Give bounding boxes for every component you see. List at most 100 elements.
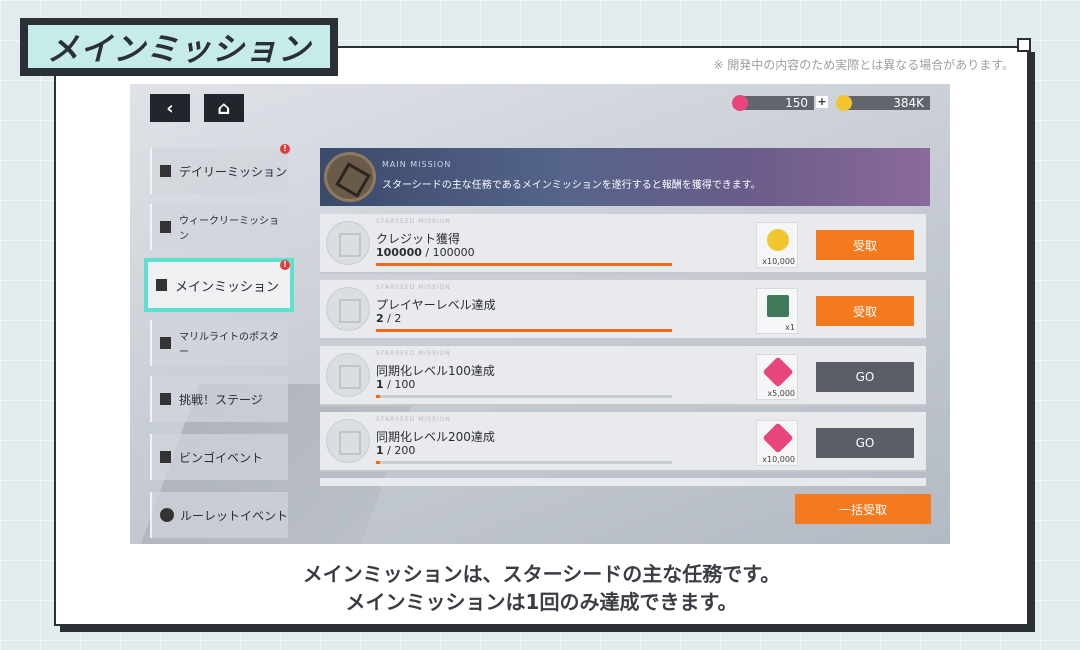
reward-slot[interactable]: x5,000 [756,354,798,400]
mission-name: プレイヤーレベル達成 [376,298,496,312]
mission-tag: STARSEED MISSION [376,416,451,423]
progress-total: / 100000 [421,246,475,259]
development-notice: ※ 開発中の内容のため実際とは異なる場合があります。 [713,58,1014,72]
mission-emblem-icon [324,152,376,202]
reward-quantity: x1 [785,323,795,332]
sidebar-item-label: 挑戦！ステージ [179,392,263,407]
claim-button[interactable]: 受取 [816,230,914,260]
banner-title: MAIN MISSION [382,160,452,169]
mission-name: クレジット獲得 [376,232,461,246]
sidebar-item-label: ウィークリーミッション [179,216,279,242]
mission-progress-text: 2 / 2 [376,312,401,325]
mission-name: 同期化レベル200達成 [376,430,495,444]
sidebar-item-main[interactable]: メインミッション [144,258,294,312]
gem-icon [762,422,794,454]
bulk-claim-button[interactable]: 一括受取 [795,494,931,524]
progress-current: 100000 [376,246,422,259]
add-gems-button[interactable]: + [816,96,828,108]
reward-slot[interactable]: x10,000 [756,222,798,268]
reward-slot[interactable]: x1 [756,288,798,334]
coin-amount: 384K [893,96,924,110]
reward-quantity: x10,000 [762,455,795,464]
book-icon [156,279,167,291]
progress-bar [376,461,672,464]
progress-current: 2 [376,312,384,325]
sidebar-item-roulette[interactable]: ルーレットイベント [150,492,288,538]
alert-badge: ! [280,144,290,154]
roulette-icon [160,508,174,522]
title-badge: メインミッション [20,18,338,76]
mission-tag: STARSEED MISSION [376,284,451,291]
mission-progress-text: 1 / 200 [376,444,415,457]
claim-button[interactable]: 受取 [816,296,914,326]
caption-line-1: メインミッションは、スターシードの主な任務です。 [302,562,781,586]
go-button[interactable]: GO [816,362,914,392]
mission-row: STARSEED MISSION クレジット獲得 100000 / 100000… [320,214,926,274]
mission-progress-text: 1 / 100 [376,378,415,391]
progress-bar-fill [376,263,672,266]
mission-tag: STARSEED MISSION [376,350,451,357]
main-mission-banner: MAIN MISSION スターシードの主な任務であるメインミッションを遂行する… [320,148,930,206]
home-button[interactable]: ⌂ [204,94,244,122]
banner-description: スターシードの主な任務であるメインミッションを遂行すると報酬を獲得できます。 [382,180,761,191]
calendar-icon [160,221,171,233]
mission-row: STARSEED MISSION 同期化レベル100達成 1 / 100 x5,… [320,346,926,406]
mission-cube-icon [326,353,370,397]
mission-progress-text: 100000 / 100000 [376,246,475,259]
back-button[interactable]: ‹ [150,94,190,122]
chart-icon [160,393,171,405]
coin-counter: 384K [836,95,930,111]
sidebar-item-label: ルーレットイベント [180,508,289,523]
mission-list: STARSEED MISSION クレジット獲得 100000 / 100000… [320,214,930,486]
list-icon [160,165,171,177]
progress-bar-fill [376,395,381,398]
sidebar-item-daily[interactable]: デイリーミッション [150,148,288,194]
mission-row: STARSEED MISSION 同期化レベル200達成 1 / 200 x10… [320,412,926,472]
reward-slot[interactable]: x10,000 [756,420,798,466]
coin-icon [836,95,852,111]
home-icon: ⌂ [217,97,231,119]
sidebar-item-bingo[interactable]: ビンゴイベント [150,434,288,480]
progress-bar [376,329,672,332]
list-icon [160,451,171,463]
sidebar-item-label: ビンゴイベント [179,450,264,465]
sidebar-item-challenge[interactable]: 挑戦！ステージ [150,376,288,422]
caption-line-2: メインミッションは1回のみ達成できます。 [345,590,738,614]
progress-current: 1 [376,444,384,457]
card-item-icon [767,295,789,317]
sidebar-item-label: メインミッション [175,279,280,295]
mission-cube-icon [326,221,370,265]
sidebar-item-poster[interactable]: マリルライトのポスター [150,320,288,366]
mission-cube-icon [326,419,370,463]
game-screenshot: ‹ ⌂ 150 + 384K デイリーミッション ! ウィークリーミッション メ… [130,84,950,544]
progress-total: / 200 [383,444,416,457]
progress-total: / 2 [383,312,402,325]
reward-quantity: x10,000 [762,257,795,266]
sidebar-item-label: マリルライトのポスター [179,332,279,358]
page-title: メインミッション [26,23,332,70]
reward-quantity: x5,000 [767,389,795,398]
gem-amount: 150 [785,96,808,110]
progress-bar [376,263,672,266]
corner-square-decoration [1017,38,1031,52]
gem-icon [732,95,748,111]
mission-row: STARSEED MISSION プレイヤーレベル達成 2 / 2 x1 受取 [320,280,926,340]
chevron-left-icon: ‹ [166,97,174,119]
progress-bar-fill [376,329,672,332]
gem-counter: 150 [732,95,814,111]
progress-bar-fill [376,461,381,464]
sidebar-item-weekly[interactable]: ウィークリーミッション [150,204,288,250]
progress-current: 1 [376,378,384,391]
alert-badge: ! [280,260,290,270]
go-button[interactable]: GO [816,428,914,458]
mission-tag: STARSEED MISSION [376,218,451,225]
mission-cube-icon [326,287,370,331]
mission-name: 同期化レベル100達成 [376,364,495,378]
sidebar-item-label: デイリーミッション [179,164,288,179]
gem-icon [762,356,794,388]
credit-coin-icon [767,229,789,251]
puzzle-icon [160,337,171,349]
mission-row-partial [320,478,926,486]
progress-total: / 100 [383,378,416,391]
progress-bar [376,395,672,398]
